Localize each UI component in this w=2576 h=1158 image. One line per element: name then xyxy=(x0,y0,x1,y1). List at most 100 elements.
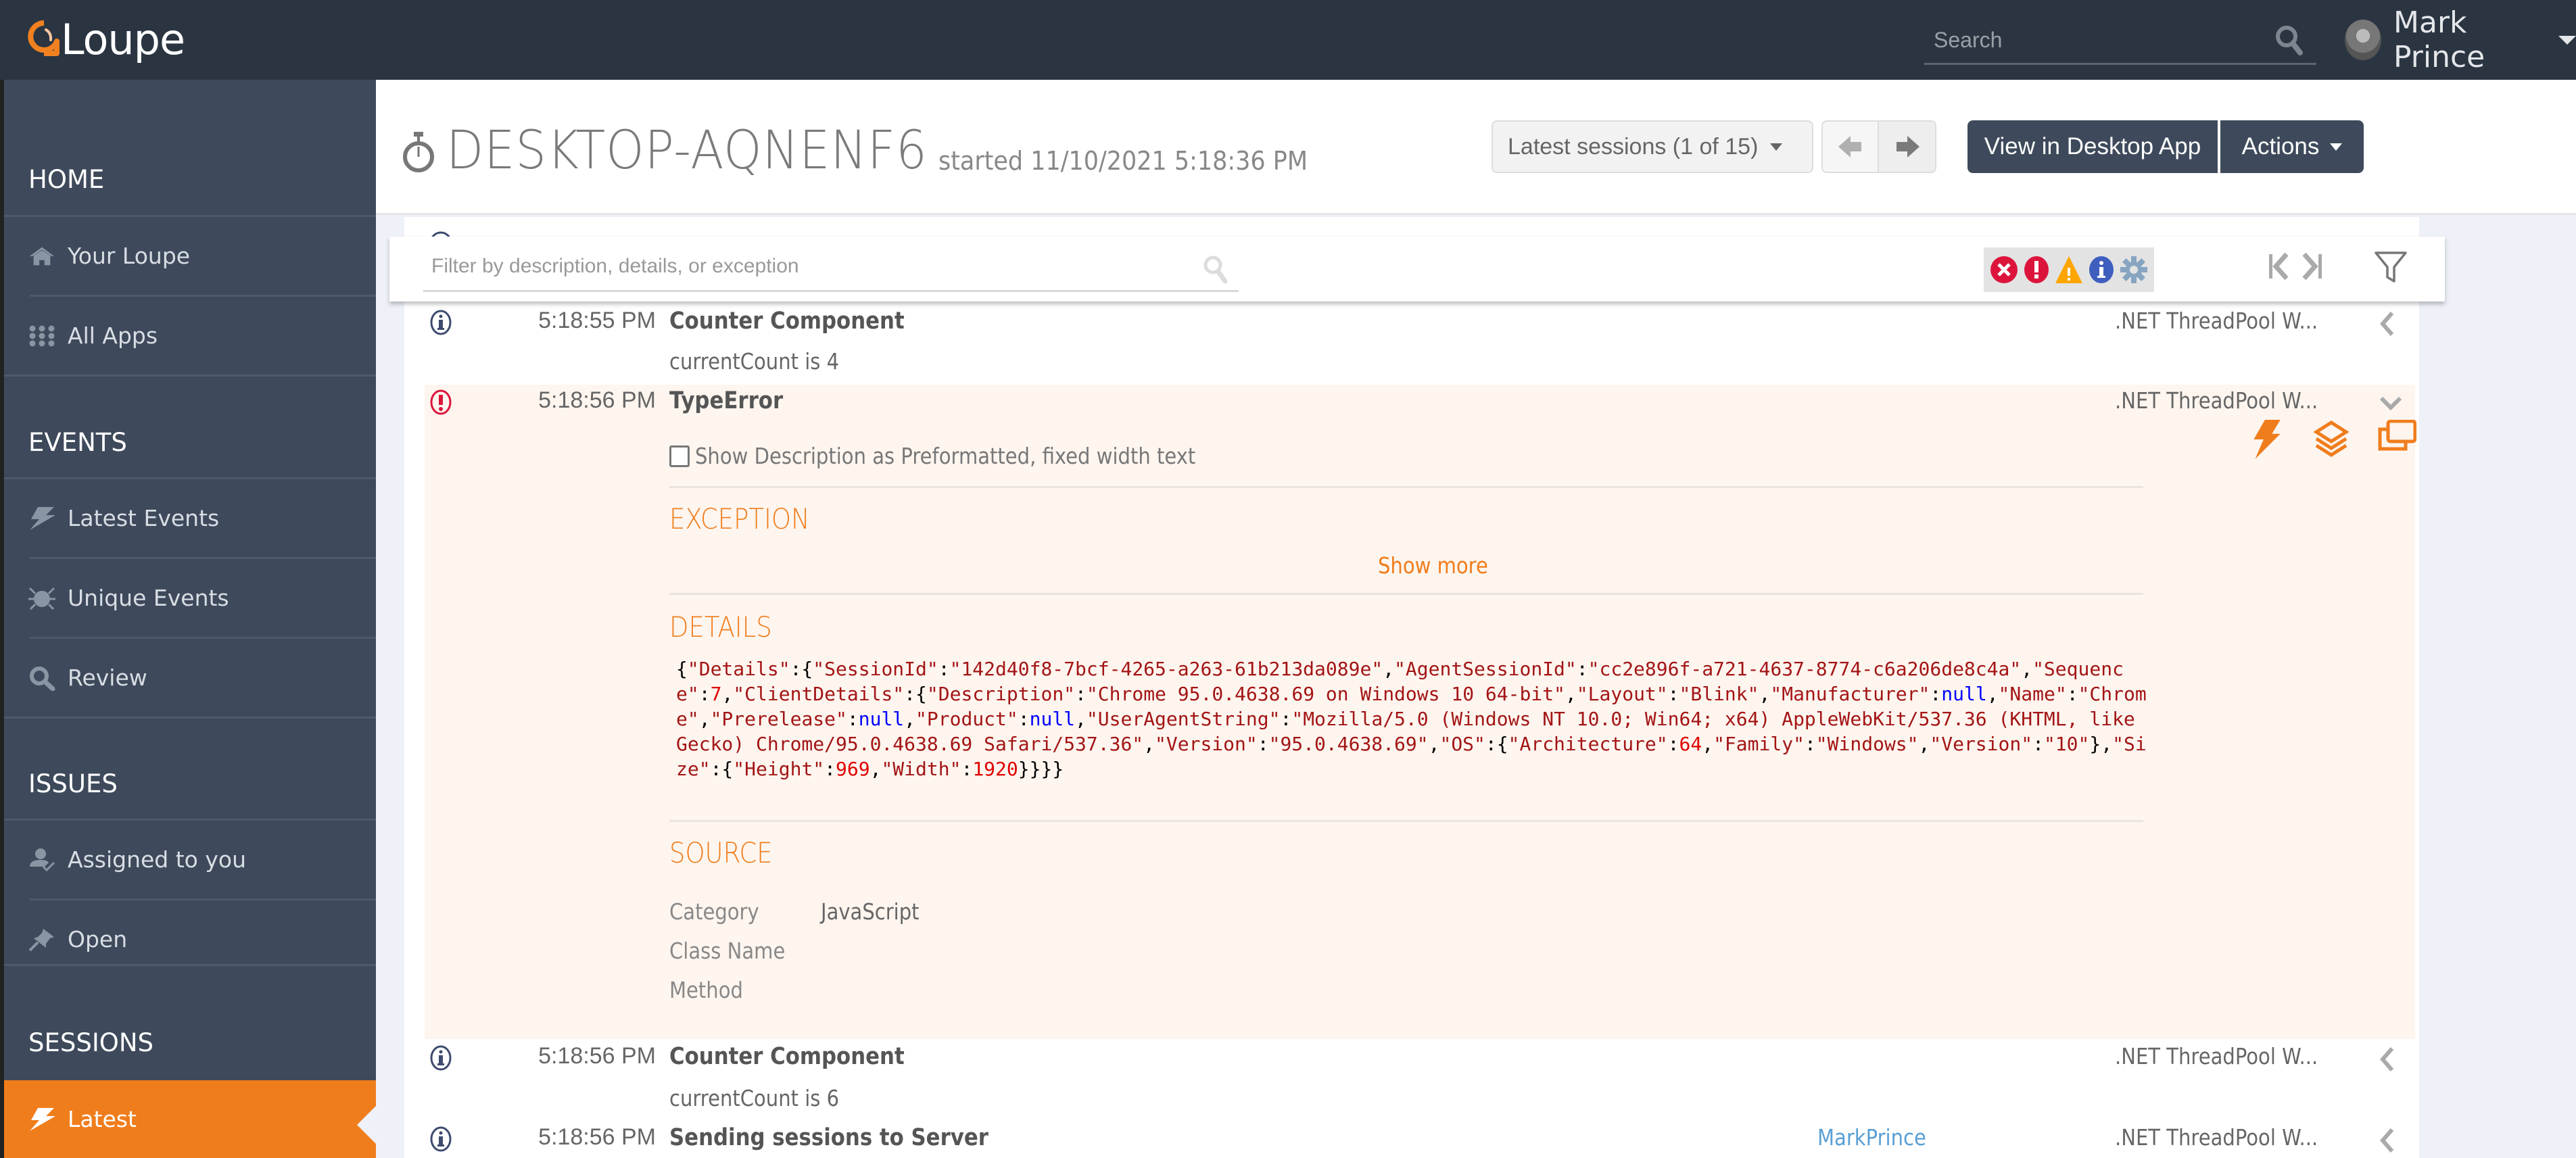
event-time: 5:18:56 PM xyxy=(538,1043,656,1069)
event-row[interactable]: 5:18:55 PM Counter Component currentCoun… xyxy=(404,305,2395,379)
sidebar-item-label: Assigned to you xyxy=(68,846,246,873)
source-value-category: JavaScript xyxy=(821,898,920,925)
source-section-title: SOURCE xyxy=(669,836,773,869)
lightning-icon[interactable] xyxy=(2247,420,2285,462)
event-caption: TypeError xyxy=(669,387,784,414)
chevron-left-icon[interactable] xyxy=(2379,1127,2395,1157)
view-in-desktop-app-label: View in Desktop App xyxy=(1984,133,2201,160)
user-name: Mark Prince xyxy=(2393,5,2485,74)
next-session-button[interactable] xyxy=(1879,122,1935,172)
search-icon xyxy=(28,665,55,692)
chevron-down-icon xyxy=(2558,35,2576,45)
event-row-expanded[interactable]: 5:18:56 PM TypeError .NET ThreadPool W..… xyxy=(425,385,2417,1039)
info-icon xyxy=(429,1126,453,1156)
event-row[interactable]: 5:18:56 PM Counter Component currentCoun… xyxy=(404,1040,2395,1120)
global-search-input[interactable] xyxy=(1924,19,2249,61)
preformatted-label: Show Description as Preformatted, fixed … xyxy=(695,443,1196,469)
active-indicator xyxy=(357,1106,376,1144)
session-start-time: started 11/10/2021 5:18:36 PM xyxy=(938,146,1308,176)
warning-filter-icon[interactable] xyxy=(2054,255,2084,285)
details-section-title: DETAILS xyxy=(669,610,772,644)
divider xyxy=(669,593,2143,595)
global-search xyxy=(1924,19,2316,65)
error-filter-icon[interactable] xyxy=(2022,255,2051,285)
source-label-class-name: Class Name xyxy=(669,938,786,964)
first-last-nav xyxy=(2268,251,2323,285)
details-json: {"Details":{"SessionId":"142d40f8-7bcf-4… xyxy=(676,658,2147,780)
previous-session-button[interactable] xyxy=(1823,122,1880,172)
sidebar-item-latest-events[interactable]: Latest Events xyxy=(28,479,376,557)
verbose-filter-icon[interactable] xyxy=(2119,255,2149,285)
bug-icon xyxy=(28,585,55,612)
actions-button[interactable]: Actions xyxy=(2220,120,2364,173)
user-menu[interactable]: Mark Prince xyxy=(2345,5,2576,74)
exception-section-title: EXCEPTION xyxy=(669,502,810,535)
jump-to-first-icon[interactable] xyxy=(2268,251,2291,285)
sidebar-item-label: Your Loupe xyxy=(68,243,191,269)
sidebar-item-label: Latest xyxy=(68,1106,137,1132)
sidebar-item-label: Open xyxy=(68,926,128,952)
grid-icon xyxy=(28,322,55,349)
sidebar-item-review[interactable]: Review xyxy=(28,639,376,717)
divider xyxy=(669,820,2143,822)
event-thread: .NET ThreadPool W... xyxy=(2115,1124,2318,1151)
actions-label: Actions xyxy=(2241,133,2320,160)
loupe-logo-icon xyxy=(28,20,59,56)
sidebar-item-unique-events[interactable]: Unique Events xyxy=(28,559,376,637)
info-icon xyxy=(429,1044,453,1075)
event-caption: Sending sessions to Server xyxy=(669,1124,988,1151)
sidebar-item-all-apps[interactable]: All Apps xyxy=(28,297,376,375)
divider xyxy=(669,486,2143,488)
copy-window-icon[interactable] xyxy=(2377,419,2417,462)
chevron-down-icon xyxy=(2330,143,2343,151)
sidebar-item-label: All Apps xyxy=(68,322,158,349)
critical-filter-icon[interactable] xyxy=(1989,255,2019,285)
sidebar-item-your-loupe[interactable]: Your Loupe xyxy=(28,217,376,295)
event-description: currentCount is 4 xyxy=(669,348,840,375)
show-more-link[interactable]: Show more xyxy=(1378,552,1488,579)
app-logo[interactable]: Loupe xyxy=(27,15,185,64)
event-row[interactable]: 5:18:56 PM Sending sessions to Server Ma… xyxy=(404,1121,2395,1158)
session-nav xyxy=(1821,120,1936,173)
filter-field xyxy=(423,245,1239,292)
avatar xyxy=(2345,20,2382,60)
sessions-dropdown[interactable]: Latest sessions (1 of 15) xyxy=(1492,120,1813,173)
sidebar-section-sessions: SESSIONS xyxy=(28,1028,154,1057)
event-user-link[interactable]: MarkPrince xyxy=(1817,1124,1926,1151)
sidebar-section-home: HOME xyxy=(28,165,105,194)
event-time: 5:18:56 PM xyxy=(538,387,656,413)
source-label-method: Method xyxy=(669,977,743,1003)
sidebar-item-open[interactable]: Open xyxy=(28,900,376,978)
event-thread: .NET ThreadPool W... xyxy=(2115,1043,2318,1069)
information-filter-icon[interactable] xyxy=(2086,255,2116,285)
chevron-left-icon[interactable] xyxy=(2379,1046,2395,1076)
sidebar-item-assigned-to-you[interactable]: Assigned to you xyxy=(28,821,376,898)
error-icon xyxy=(429,389,453,419)
page-title: DESKTOP-AQNENF6 xyxy=(446,120,928,181)
preformatted-toggle[interactable]: Show Description as Preformatted, fixed … xyxy=(669,443,1264,469)
app-name: Loupe xyxy=(61,14,185,64)
jump-to-last-icon[interactable] xyxy=(2300,251,2323,285)
sidebar-item-label: Review xyxy=(68,665,147,691)
sidebar-item-label: Unique Events xyxy=(68,585,229,611)
chevron-down-icon[interactable] xyxy=(2379,394,2403,415)
arrow-left-icon xyxy=(1838,136,1861,158)
event-list: 5:18:55 PM Counter Component currentCoun… xyxy=(404,217,2419,1158)
top-bar: Loupe Mark Prince xyxy=(0,0,2576,80)
pin-icon xyxy=(28,926,55,953)
event-caption: Counter Component xyxy=(669,308,905,335)
preformatted-checkbox[interactable] xyxy=(669,445,690,467)
sidebar: HOME Your Loupe All Apps EVENTS Latest E… xyxy=(0,80,376,1158)
sidebar-section-issues: ISSUES xyxy=(28,769,118,798)
view-in-desktop-app-button[interactable]: View in Desktop App xyxy=(1967,120,2218,173)
search-icon[interactable] xyxy=(1202,254,1229,287)
info-icon xyxy=(429,309,453,339)
event-actions xyxy=(2247,419,2417,462)
filter-funnel-icon[interactable] xyxy=(2374,250,2408,287)
chevron-left-icon[interactable] xyxy=(2379,310,2395,341)
filter-input[interactable] xyxy=(423,245,1167,288)
sidebar-item-latest[interactable]: Latest xyxy=(4,1080,376,1158)
search-icon[interactable] xyxy=(2274,24,2304,60)
event-time: 5:18:56 PM xyxy=(538,1124,656,1150)
layers-icon[interactable] xyxy=(2312,420,2350,462)
